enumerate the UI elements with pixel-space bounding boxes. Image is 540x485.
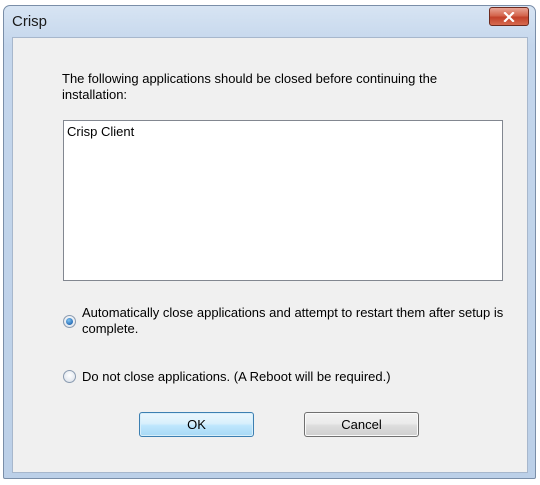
do-not-close-label[interactable]: Do not close applications. (A Reboot wil… [82, 369, 512, 385]
dialog-window: Crisp The following applications should … [3, 5, 536, 479]
list-item[interactable]: Crisp Client [67, 124, 134, 139]
ok-button[interactable]: OK [139, 412, 254, 437]
cancel-button[interactable]: Cancel [304, 412, 419, 437]
dialog-body: The following applications should be clo… [12, 37, 528, 473]
auto-close-radio[interactable] [63, 315, 76, 328]
close-button[interactable] [489, 7, 529, 26]
do-not-close-radio[interactable] [63, 370, 76, 383]
close-icon [503, 11, 515, 22]
auto-close-label[interactable]: Automatically close applications and att… [82, 305, 512, 337]
title-bar[interactable]: Crisp [4, 6, 535, 36]
applications-list[interactable]: Crisp Client [63, 120, 503, 281]
auto-close-option[interactable]: Automatically close applications and att… [63, 305, 512, 337]
do-not-close-option[interactable]: Do not close applications. (A Reboot wil… [63, 369, 512, 385]
instruction-text: The following applications should be clo… [62, 71, 438, 102]
window-title: Crisp [12, 13, 48, 30]
